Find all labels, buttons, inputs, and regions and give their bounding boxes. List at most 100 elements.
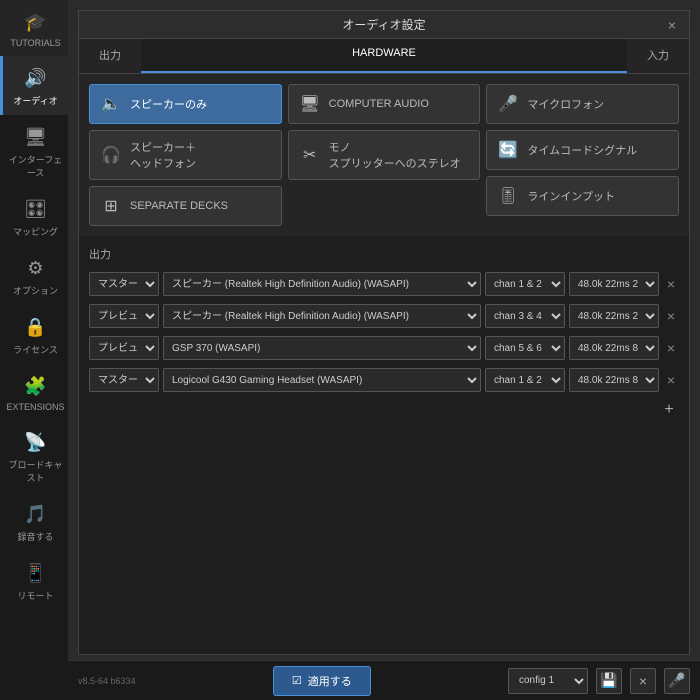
hw-btn-speakers-only[interactable]: 🔈 スピーカーのみ — [89, 84, 282, 124]
sidebar-item-tutorials[interactable]: 🎓 TUTORIALS — [0, 0, 68, 56]
main-content: オーディオ設定 × 出力 HARDWARE 入力 — [68, 0, 700, 700]
apply-area: ☑ 適用する — [136, 666, 508, 696]
computer-audio-icon: 🖥 — [299, 93, 321, 115]
device-select-2[interactable]: スピーカー (Realtek High Definition Audio) (W… — [163, 304, 481, 328]
device-select-1[interactable]: スピーカー (Realtek High Definition Audio) (W… — [163, 272, 481, 296]
dialog-close-button[interactable]: × — [663, 16, 681, 34]
hw-btn-computer-audio[interactable]: 🖥 COMPUTER AUDIO — [288, 84, 481, 124]
channel-select-1[interactable]: chan 1 & 2 chan 3 & 4 — [485, 272, 565, 296]
sidebar-label-interface: インターフェース — [7, 153, 64, 179]
headphones-icon: 🎧 — [100, 144, 122, 166]
line-input-icon: 🎚 — [497, 185, 519, 207]
remote-icon: 📱 — [22, 559, 50, 587]
sidebar-label-audio: オーディオ — [13, 94, 57, 107]
license-icon: 🔒 — [22, 313, 50, 341]
role-select-4[interactable]: マスター プレビュー — [89, 368, 159, 392]
table-row: プレビュー マスター スピーカー (Realtek High Definitio… — [89, 302, 679, 330]
role-select-2[interactable]: プレビュー マスター — [89, 304, 159, 328]
sidebar-label-extensions: EXTENSIONS — [7, 402, 65, 412]
role-select-1[interactable]: マスター プレビュー — [89, 272, 159, 296]
delete-config-button[interactable]: × — [630, 668, 656, 694]
sidebar-item-broadcast[interactable]: 📡 ブロードキャスト — [0, 420, 68, 492]
save-config-button[interactable]: 💾 — [596, 668, 622, 694]
mono-splitter-icon: ✂ — [299, 144, 321, 166]
bottom-bar: v8.5-64 b6334 ☑ 適用する config 1 config 2 c… — [68, 660, 700, 700]
mic-button[interactable]: 🎤 — [664, 668, 690, 694]
hw-btn-computer-audio-label: COMPUTER AUDIO — [329, 98, 429, 110]
sidebar-item-record[interactable]: 🎵 録音する — [0, 492, 68, 551]
config-select[interactable]: config 1 config 2 config 3 — [508, 668, 588, 694]
hw-btn-mono-splitter-label: モノスプリッターへのステレオ — [329, 139, 461, 171]
hw-btn-line-input[interactable]: 🎚 ラインインプット — [486, 176, 679, 216]
channel-select-3[interactable]: chan 5 & 6 chan 1 & 2 — [485, 336, 565, 360]
tabs-row: 出力 HARDWARE 入力 — [79, 39, 689, 74]
apply-button-label: 適用する — [308, 673, 352, 689]
mic-icon: 🎤 — [668, 672, 685, 689]
hw-btn-microphone[interactable]: 🎤 マイクロフォン — [486, 84, 679, 124]
hw-btn-line-input-label: ラインインプット — [527, 188, 615, 204]
hw-input-col: 🎤 マイクロフォン 🔄 タイムコードシグナル 🎚 ラインインプット — [486, 84, 679, 216]
version-label: v8.5-64 b6334 — [78, 676, 136, 686]
hw-btn-timecode-label: タイムコードシグナル — [527, 142, 637, 158]
save-icon: 💾 — [600, 672, 617, 689]
row-remove-2[interactable]: × — [663, 308, 679, 324]
channel-select-4[interactable]: chan 1 & 2 chan 3 & 4 — [485, 368, 565, 392]
add-output-button[interactable]: + — [659, 400, 679, 420]
options-icon: ⚙ — [22, 254, 50, 282]
hw-btn-separate-decks[interactable]: ⊞ SEPARATE DECKS — [89, 186, 282, 226]
format-select-2[interactable]: 48.0k 22ms 2o — [569, 304, 659, 328]
table-row: プレビュー マスター GSP 370 (WASAPI) chan 5 & 6 c… — [89, 334, 679, 362]
hardware-section: 🔈 スピーカーのみ 🎧 スピーカー＋ヘッドフォン ⊞ SEPARATE DECK… — [79, 74, 689, 236]
speaker-icon: 🔈 — [100, 93, 122, 115]
hw-btn-timecode[interactable]: 🔄 タイムコードシグナル — [486, 130, 679, 170]
bottom-right: config 1 config 2 config 3 💾 × 🎤 — [508, 668, 690, 694]
device-select-4[interactable]: Logicool G430 Gaming Headset (WASAPI) — [163, 368, 481, 392]
sidebar-item-audio[interactable]: 🔊 オーディオ — [0, 56, 68, 115]
hw-btn-separate-decks-label: SEPARATE DECKS — [130, 200, 228, 212]
tab-input[interactable]: 入力 — [627, 39, 689, 73]
sidebar-label-record: 録音する — [17, 530, 53, 543]
device-select-3[interactable]: GSP 370 (WASAPI) — [163, 336, 481, 360]
row-remove-3[interactable]: × — [663, 340, 679, 356]
tab-hardware[interactable]: HARDWARE — [141, 39, 627, 73]
audio-icon: 🔊 — [22, 64, 50, 92]
sidebar-label-tutorials: TUTORIALS — [10, 38, 60, 48]
sidebar: 🎓 TUTORIALS 🔊 オーディオ 🖥 インターフェース 🎛 マッピング ⚙… — [0, 0, 68, 700]
tutorials-icon: 🎓 — [22, 8, 50, 36]
hw-btn-microphone-label: マイクロフォン — [527, 96, 604, 112]
sidebar-item-mapping[interactable]: 🎛 マッピング — [0, 187, 68, 246]
table-row: マスター プレビュー Logicool G430 Gaming Headset … — [89, 366, 679, 394]
app-container: 🎓 TUTORIALS 🔊 オーディオ 🖥 インターフェース 🎛 マッピング ⚙… — [0, 0, 700, 700]
format-select-3[interactable]: 48.0k 22ms 8o — [569, 336, 659, 360]
channel-select-2[interactable]: chan 3 & 4 chan 1 & 2 — [485, 304, 565, 328]
sidebar-item-options[interactable]: ⚙ オプション — [0, 246, 68, 305]
sidebar-label-remote: リモート — [17, 589, 53, 602]
row-remove-1[interactable]: × — [663, 276, 679, 292]
mapping-icon: 🎛 — [22, 195, 50, 223]
hw-btn-speakers-headphones[interactable]: 🎧 スピーカー＋ヘッドフォン — [89, 130, 282, 180]
delete-icon: × — [639, 673, 647, 689]
add-row: + — [89, 400, 679, 420]
tab-output[interactable]: 出力 — [79, 39, 141, 73]
hw-btn-mono-splitter[interactable]: ✂ モノスプリッターへのステレオ — [288, 130, 481, 180]
output-section: 出力 マスター プレビュー スピーカー (Realtek High Defini… — [79, 236, 689, 654]
audio-settings-dialog: オーディオ設定 × 出力 HARDWARE 入力 — [78, 10, 690, 655]
record-icon: 🎵 — [22, 500, 50, 528]
sidebar-item-remote[interactable]: 📱 リモート — [0, 551, 68, 610]
dialog-title: オーディオ設定 — [342, 16, 425, 33]
format-select-1[interactable]: 48.0k 22ms 2o — [569, 272, 659, 296]
sidebar-label-options: オプション — [13, 284, 58, 297]
interface-icon: 🖥 — [22, 123, 50, 151]
sidebar-item-extensions[interactable]: 🧩 EXTENSIONS — [0, 364, 68, 420]
row-remove-4[interactable]: × — [663, 372, 679, 388]
dialog-title-bar: オーディオ設定 × — [79, 11, 689, 39]
role-select-3[interactable]: プレビュー マスター — [89, 336, 159, 360]
sidebar-item-interface[interactable]: 🖥 インターフェース — [0, 115, 68, 187]
apply-checkmark-icon: ☑ — [292, 674, 302, 687]
hardware-buttons-grid: 🔈 スピーカーのみ 🎧 スピーカー＋ヘッドフォン ⊞ SEPARATE DECK… — [89, 84, 679, 226]
broadcast-icon: 📡 — [22, 428, 50, 456]
separate-decks-icon: ⊞ — [100, 195, 122, 217]
apply-button[interactable]: ☑ 適用する — [273, 666, 371, 696]
format-select-4[interactable]: 48.0k 22ms 8o — [569, 368, 659, 392]
sidebar-item-license[interactable]: 🔒 ライセンス — [0, 305, 68, 364]
